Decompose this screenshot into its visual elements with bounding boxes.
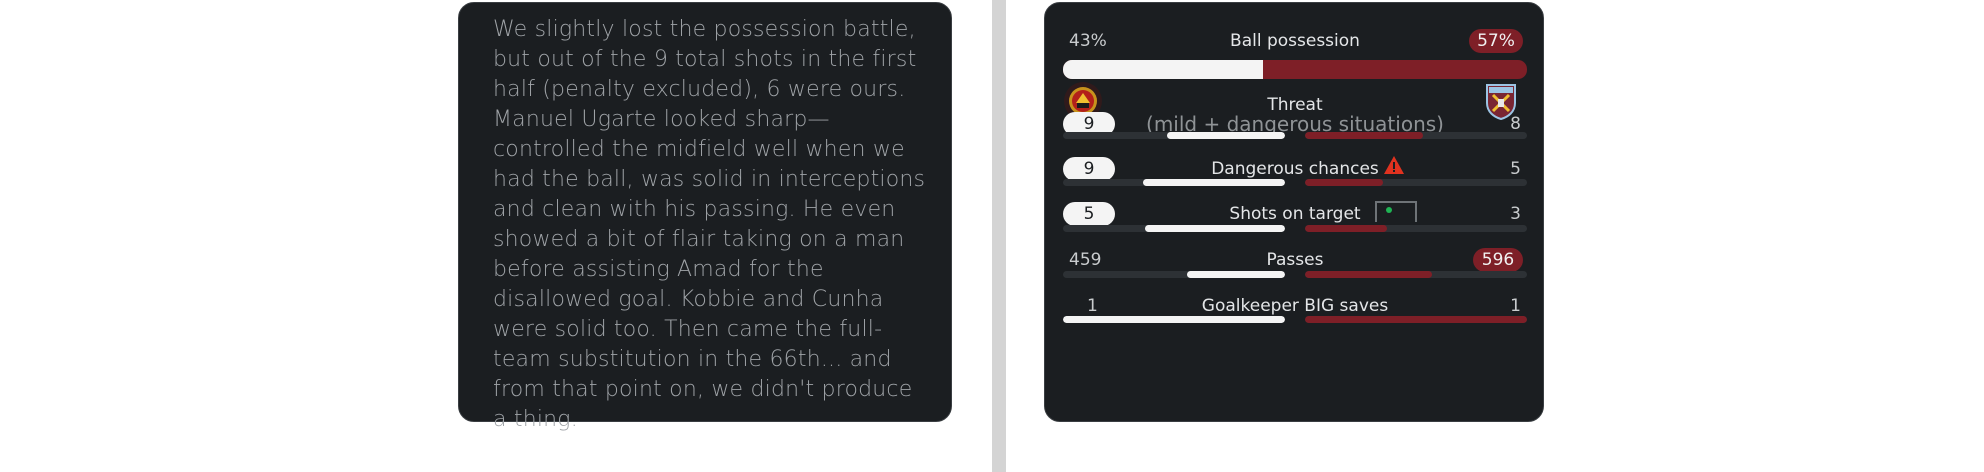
shots-on-target-label: Shots on target (1229, 204, 1361, 224)
possession-home-fill (1063, 60, 1263, 79)
dangerous-chances-home-value: 9 (1063, 157, 1115, 181)
threat-away-fill (1305, 132, 1423, 139)
dangerous-chances-label: Dangerous chances (1211, 159, 1379, 179)
panel-divider (992, 0, 1006, 472)
passes-home-fill (1187, 271, 1285, 278)
gk-saves-away-value: 1 (1510, 296, 1521, 316)
threat-away-track (1305, 132, 1527, 139)
goal-frame-icon (1375, 201, 1417, 227)
dangerous-chances-home-fill (1142, 179, 1285, 186)
shots-on-target-away-fill (1305, 225, 1388, 232)
dangerous-chances-away-value: 5 (1510, 159, 1521, 179)
match-stats-card: 43% Ball possession 57% Threat 9 (mild +… (1044, 2, 1544, 422)
shots-on-target-away-value: 3 (1510, 204, 1521, 224)
gk-saves-away-fill (1305, 316, 1527, 323)
dangerous-chances-home-track (1063, 179, 1285, 186)
dangerous-chances-away-fill (1305, 179, 1383, 186)
dangerous-chances-away-track (1305, 179, 1527, 186)
passes-away-value: 596 (1473, 248, 1523, 272)
gk-saves-home-fill (1063, 316, 1285, 323)
passes-away-track (1305, 271, 1527, 278)
shots-on-target-home-fill (1145, 225, 1285, 232)
possession-away-value: 57% (1469, 29, 1523, 53)
gk-saves-away-track (1305, 316, 1527, 323)
shots-on-target-home-track (1063, 225, 1285, 232)
gk-saves-home-value: 1 (1087, 296, 1098, 316)
possession-bar (1063, 60, 1527, 79)
gk-saves-label: Goalkeeper BIG saves (1201, 296, 1389, 316)
match-summary-text: We slightly lost the possession battle, … (493, 17, 926, 432)
shots-on-target-away-track (1305, 225, 1527, 232)
threat-home-fill (1167, 132, 1285, 139)
passes-home-value: 459 (1069, 250, 1102, 270)
passes-home-track (1063, 271, 1285, 278)
match-summary-card: We slightly lost the possession battle, … (458, 2, 952, 432)
possession-label: Ball possession (1230, 31, 1360, 51)
possession-home-value: 43% (1069, 31, 1107, 51)
threat-home-track (1063, 132, 1285, 139)
passes-label: Passes (1266, 250, 1324, 270)
gk-saves-home-track (1063, 316, 1285, 323)
warning-icon (1383, 155, 1405, 179)
passes-away-fill (1305, 271, 1432, 278)
shots-on-target-home-value: 5 (1063, 202, 1115, 226)
